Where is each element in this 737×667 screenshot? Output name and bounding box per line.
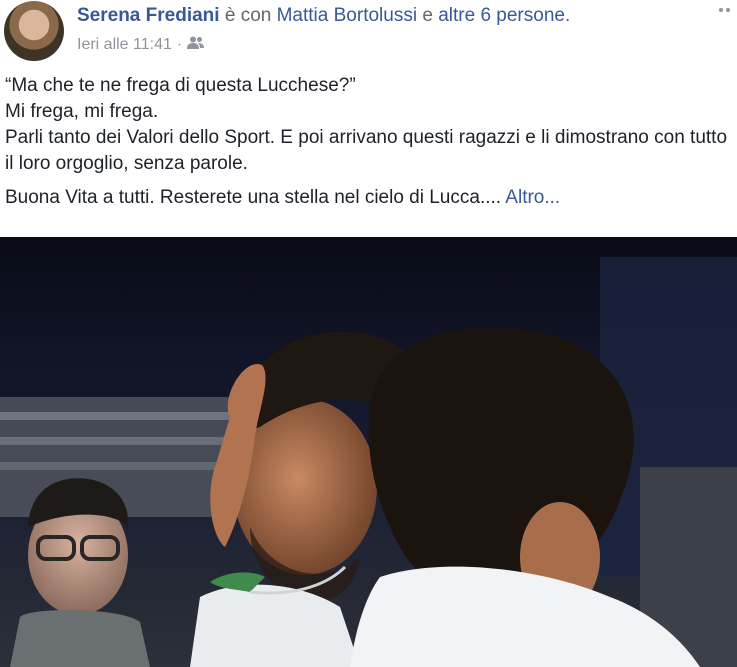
and-text: e xyxy=(422,5,433,26)
post-header: Serena Frediani è con Mattia Bortolussi … xyxy=(0,0,737,70)
more-options-icon[interactable] xyxy=(715,2,733,18)
tagged-person-link[interactable]: Mattia Bortolussi xyxy=(277,5,417,26)
meta-separator: · xyxy=(176,36,183,53)
others-link[interactable]: altre 6 persone xyxy=(438,5,565,26)
post-line-reply: Mi frega, mi frega. xyxy=(5,101,159,122)
period-text: . xyxy=(564,5,571,26)
post-line-values: Parli tanto dei Valori dello Sport. E po… xyxy=(5,127,728,174)
post-text: “Ma che te ne frega di questa Lucchese?”… xyxy=(5,73,730,211)
see-more-link[interactable]: Altro... xyxy=(505,187,560,208)
friends-icon[interactable] xyxy=(187,35,205,55)
post-line-farewell: Buona Vita a tutti. Resterete una stella… xyxy=(5,187,502,208)
timestamp-link[interactable]: Ieri alle 11:41 xyxy=(77,35,172,55)
author-name-link[interactable]: Serena Frediani xyxy=(77,5,220,26)
post-line-quote: “Ma che te ne frega di questa Lucchese?” xyxy=(5,75,356,96)
post-photo[interactable] xyxy=(0,237,737,667)
author-line: Serena Frediani è con Mattia Bortolussi … xyxy=(77,4,570,28)
post-meta: Ieri alle 11:41 · xyxy=(77,35,205,55)
with-text: è con xyxy=(224,5,272,26)
author-avatar[interactable] xyxy=(4,1,64,61)
